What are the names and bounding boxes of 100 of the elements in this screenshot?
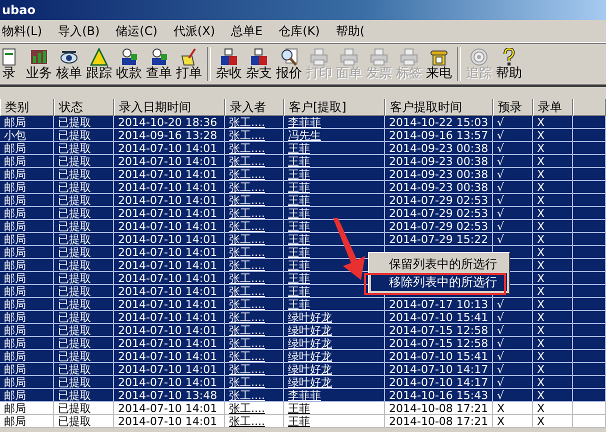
- table-row[interactable]: 邮局 已提取 2014-07-10 14:01 张工.... 王菲 2014-07-17 10:13 √ X: [0, 298, 606, 311]
- table-row[interactable]: 邮局 已提取 2014-07-10 14:01 张工.... 王菲 2014-07-29 02:53 √ X: [0, 220, 606, 233]
- operator-cell: 张工....: [229, 181, 265, 193]
- blocks-icon: [250, 48, 268, 66]
- entry-time-cell: 2014-07-10 14:01: [118, 376, 218, 388]
- toolbar-button[interactable]: 查单: [144, 48, 174, 80]
- status-cell: 已提取: [58, 181, 91, 193]
- order-cell: X: [537, 363, 545, 375]
- pickup-time-cell: 2014-07-29 15:22: [389, 233, 488, 245]
- toolbar-button[interactable]: 业务: [24, 48, 54, 80]
- pickup-time-cell: 2014-07-29 02:53: [389, 207, 488, 219]
- menu-item[interactable]: 导入(B): [56, 22, 110, 40]
- prerecord-cell: X: [497, 415, 505, 427]
- prerecord-cell: √: [497, 298, 504, 310]
- order-cell: X: [537, 220, 545, 232]
- customer-cell: 王菲: [288, 415, 310, 427]
- table-row[interactable]: 邮局 已提取 2014-07-10 13:48 张工.... 李菲菲 2014-10-16 15:43 √ X: [0, 389, 606, 402]
- pickup-time-cell: 2014-07-10 14:17: [389, 363, 488, 375]
- order-cell: X: [537, 376, 545, 388]
- category-cell: 邮局: [4, 298, 26, 310]
- category-cell: 邮局: [4, 285, 26, 297]
- blocks-icon: [220, 48, 238, 66]
- customer-cell: 李菲菲: [288, 116, 321, 128]
- column-header[interactable]: 客户[提取]: [284, 99, 385, 116]
- table-row[interactable]: 邮局 已提取 2014-07-10 14:01 张工.... 王菲 2014-10-08 17:21 X X: [0, 402, 606, 415]
- entry-time-cell: 2014-07-10 14:01: [118, 207, 218, 219]
- pickup-time-cell: 2014-10-08 17:21: [389, 415, 488, 427]
- toolbar-button[interactable]: 打单: [174, 48, 204, 80]
- customer-cell: 绿叶好龙: [288, 311, 332, 323]
- prerecord-cell: X: [497, 402, 505, 414]
- toolbar-button[interactable]: 来电: [424, 48, 454, 80]
- prerecord-cell: √: [497, 155, 504, 167]
- table-row[interactable]: 邮局 已提取 2014-07-10 14:01 张工.... 王菲 2014-09-23 00:38 √ X: [0, 181, 606, 194]
- table-row[interactable]: 邮局 已提取 2014-07-10 14:01 张工.... 王菲 2014-09-23 00:38 √ X: [0, 168, 606, 181]
- document-icon: [0, 48, 18, 66]
- order-cell: X: [537, 129, 545, 141]
- category-cell: 邮局: [4, 376, 26, 388]
- table-row[interactable]: 邮局 已提取 2014-10-20 18:36 张工.... 李菲菲 2014-10-22 15:03 √ X: [0, 116, 606, 129]
- status-cell: 已提取: [58, 389, 91, 401]
- entry-time-cell: 2014-07-10 14:01: [118, 194, 218, 206]
- entry-time-cell: 2014-07-10 14:01: [118, 155, 218, 167]
- order-cell: X: [537, 168, 545, 180]
- status-cell: 已提取: [58, 363, 91, 375]
- table-row[interactable]: 邮局 已提取 2014-07-10 14:01 张工.... 王菲 2014-09-23 00:38 √ X: [0, 142, 606, 155]
- table-row[interactable]: 小包 已提取 2014-09-16 13:28 张工.... 冯先生 2014-09-16 13:57 √ X: [0, 129, 606, 142]
- entry-time-cell: 2014-07-10 14:01: [118, 415, 218, 427]
- table-row[interactable]: 邮局 已提取 2014-07-10 14:01 张工.... 绿叶好龙 2014-07-10 14:17 √ X: [0, 376, 606, 389]
- status-cell: 已提取: [58, 168, 91, 180]
- table-row[interactable]: 邮局 已提取 2014-07-10 14:01 张工.... 绿叶好龙 2014-07-15 12:58 √ X: [0, 324, 606, 337]
- operator-cell: 张工....: [229, 298, 265, 310]
- table-row[interactable]: 邮局 已提取 2014-07-10 14:01 张工.... 绿叶好龙 2014-07-10 14:17 √ X: [0, 363, 606, 376]
- person-icon: [120, 48, 138, 66]
- table-row[interactable]: 邮局 已提取 2014-07-10 14:01 张工.... 绿叶好龙 2014-07-10 15:41 √ X: [0, 350, 606, 363]
- column-header[interactable]: 状态: [54, 99, 114, 116]
- table-row[interactable]: 邮局 已提取 2014-07-10 14:01 张工.... 王菲 2014-07-29 02:53 √ X: [0, 194, 606, 207]
- toolbar-button[interactable]: 帮助: [494, 48, 524, 80]
- menu-item[interactable]: 帮助(: [334, 22, 375, 40]
- menu-item[interactable]: 储运(C): [114, 22, 168, 40]
- table-row[interactable]: 邮局 已提取 2014-07-10 14:01 张工.... 王菲 2014-09-23 00:38 √ X: [0, 155, 606, 168]
- status-cell: 已提取: [58, 194, 91, 206]
- column-header[interactable]: 录入者: [225, 99, 284, 116]
- status-cell: 已提取: [58, 207, 91, 219]
- entry-time-cell: 2014-07-10 13:48: [118, 389, 218, 401]
- order-cell: X: [537, 389, 545, 401]
- entry-time-cell: 2014-07-10 14:01: [118, 350, 218, 362]
- toolbar-button[interactable]: 收款: [114, 48, 144, 80]
- column-header[interactable]: 预录: [493, 99, 533, 116]
- customer-cell: 王菲: [288, 233, 310, 245]
- order-cell: X: [537, 311, 545, 323]
- table-row[interactable]: 邮局 已提取 2014-07-10 14:01 张工.... 王菲 2014-10-08 17:21 X X: [0, 415, 606, 428]
- table-row[interactable]: 邮局 已提取 2014-07-10 14:01 张工.... 绿叶好龙 2014-07-10 15:41 √ X: [0, 311, 606, 324]
- toolbar-button[interactable]: 核单: [54, 48, 84, 80]
- toolbar-button[interactable]: 杂收: [214, 48, 244, 80]
- toolbar-button[interactable]: 录: [0, 48, 24, 80]
- customer-cell: 王菲: [288, 194, 310, 206]
- toolbar-button[interactable]: 跟踪: [84, 48, 114, 80]
- customer-cell: 王菲: [288, 168, 310, 180]
- category-cell: 邮局: [4, 389, 26, 401]
- column-header[interactable]: 类别: [0, 99, 54, 116]
- menu-item[interactable]: 总单E: [229, 22, 273, 40]
- toolbar-button[interactable]: 杂支: [244, 48, 274, 80]
- column-header[interactable]: 录单: [533, 99, 573, 116]
- pickup-time-cell: 2014-09-23 00:38: [389, 168, 488, 180]
- menu-item[interactable]: 代派(X): [171, 22, 226, 40]
- status-cell: 已提取: [58, 155, 91, 167]
- table-row[interactable]: 邮局 已提取 2014-07-10 14:01 张工.... 绿叶好龙 2014-07-15 12:58 √ X: [0, 337, 606, 350]
- column-header[interactable]: 客户提取时间: [385, 99, 493, 116]
- column-header[interactable]: 录入日期时间: [114, 99, 225, 116]
- menu-item[interactable]: 物料(L): [0, 22, 52, 40]
- customer-cell: 王菲: [288, 402, 310, 414]
- category-cell: 邮局: [4, 415, 26, 427]
- customer-cell: 王菲: [288, 285, 310, 297]
- menu-item[interactable]: 仓库(K): [276, 22, 330, 40]
- prerecord-cell: √: [497, 324, 504, 336]
- window-title: ubao: [1, 3, 36, 17]
- operator-cell: 张工....: [229, 363, 265, 375]
- pickup-time-cell: 2014-10-22 15:03: [389, 116, 488, 128]
- table-row[interactable]: 邮局 已提取 2014-07-10 14:01 张工.... 王菲 2014-07-29 02:53 √ X: [0, 207, 606, 220]
- toolbar-button[interactable]: 报价: [274, 48, 304, 80]
- table-row[interactable]: 邮局 已提取 2014-07-10 14:01 张工.... 王菲 2014-07-29 15:22 √ X: [0, 233, 606, 246]
